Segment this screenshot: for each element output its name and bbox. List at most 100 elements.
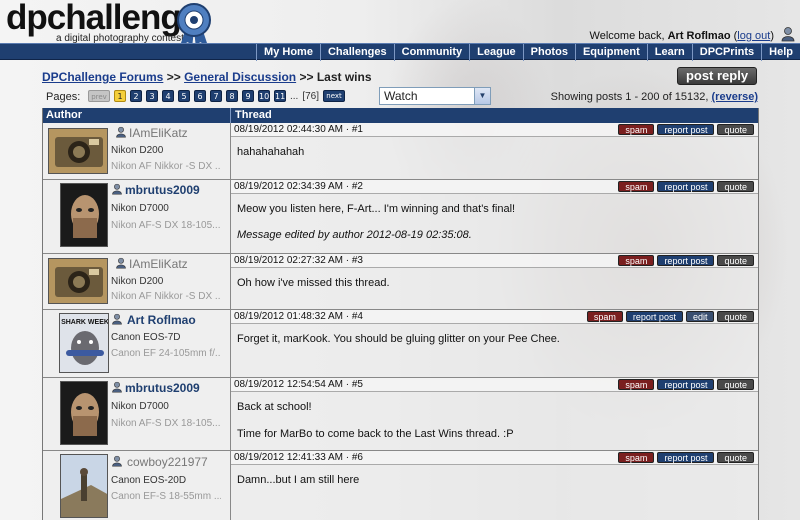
post-content-cell: 08/19/2012 02:27:32 AM · #3 spam report … — [231, 254, 758, 309]
avatar[interactable] — [48, 128, 108, 174]
breadcrumb-forums[interactable]: DPChallenge Forums — [42, 70, 163, 84]
table-header: Author Thread — [43, 108, 758, 123]
page-3[interactable]: 3 — [146, 90, 158, 102]
post-author-cell: cowboy221977 Canon EOS-20D Canon EF-S 18… — [43, 451, 231, 520]
quote-button[interactable]: quote — [717, 452, 754, 463]
page-9[interactable]: 9 — [242, 90, 254, 102]
page-5[interactable]: 5 — [178, 90, 190, 102]
nav-challenges[interactable]: Challenges — [319, 44, 394, 61]
page-7[interactable]: 7 — [210, 90, 222, 102]
post-content-cell: 08/19/2012 12:41:33 AM · #6 spam report … — [231, 451, 758, 520]
author-name[interactable]: mbrutus2009 — [125, 183, 200, 197]
page-4[interactable]: 4 — [162, 90, 174, 102]
next-page-button[interactable]: next — [323, 90, 346, 102]
author-name[interactable]: cowboy221977 — [127, 455, 208, 469]
nav-learn[interactable]: Learn — [646, 44, 692, 61]
avatar[interactable] — [60, 454, 108, 518]
quote-button[interactable]: quote — [717, 124, 754, 135]
post-text: Damn...but I am still here — [237, 474, 360, 486]
post-content-cell: 08/19/2012 02:34:39 AM · #2 spam report … — [231, 180, 758, 253]
report-post-button[interactable]: report post — [657, 181, 715, 192]
author-lens: Canon EF-S 18-55mm ... — [111, 491, 221, 502]
page-1[interactable]: 1 — [114, 90, 126, 102]
post-author-cell: SHARK WEEK Art Roflmao Canon EOS-7D Cano… — [43, 310, 231, 377]
nav-my-home[interactable]: My Home — [256, 44, 320, 61]
nav-help[interactable]: Help — [761, 44, 800, 61]
user-icon — [112, 183, 122, 195]
post-actions: spam report post quote — [618, 379, 754, 390]
author-lens: Canon EF 24-105mm f/... — [111, 348, 221, 359]
post-actions: spam report post quote — [618, 255, 754, 266]
report-post-button[interactable]: report post — [625, 311, 683, 322]
author-camera: Canon EOS-20D — [111, 475, 187, 486]
nav-league[interactable]: League — [469, 44, 523, 61]
user-icon — [116, 126, 126, 138]
nav-equipment[interactable]: Equipment — [574, 44, 647, 61]
post-text-paragraph-2: Time for MarBo to come back to the Last … — [237, 428, 514, 440]
quote-button[interactable]: quote — [717, 181, 754, 192]
logout-link[interactable]: log out — [737, 30, 770, 42]
report-post-button[interactable]: report post — [657, 124, 715, 135]
post-reply-button[interactable]: post reply — [677, 67, 757, 85]
breadcrumb-general[interactable]: General Discussion — [184, 70, 296, 84]
post-body: Damn...but I am still here — [231, 465, 758, 494]
breadcrumb-current: Last wins — [316, 70, 372, 84]
post-content-cell: 08/19/2012 12:54:54 AM · #5 spam report … — [231, 378, 758, 450]
report-post-button[interactable]: report post — [657, 452, 715, 463]
nav-photos[interactable]: Photos — [522, 44, 575, 61]
page-6[interactable]: 6 — [194, 90, 206, 102]
spam-button[interactable]: spam — [586, 311, 623, 322]
spam-button[interactable]: spam — [618, 255, 655, 266]
report-post-button[interactable]: report post — [657, 379, 715, 390]
avatar[interactable] — [60, 381, 108, 445]
avatar[interactable] — [60, 183, 108, 247]
post-text: Oh how i've missed this thread. — [237, 277, 390, 289]
page-2[interactable]: 2 — [130, 90, 142, 102]
author-camera: Nikon D7000 — [111, 203, 169, 214]
quote-button[interactable]: quote — [717, 311, 754, 322]
author-lens: Nikon AF-S DX 18-105... — [111, 220, 221, 231]
post-author-cell: mbrutus2009 Nikon D7000 Nikon AF-S DX 18… — [43, 180, 231, 253]
author-lens: Nikon AF-S DX 18-105... — [111, 418, 221, 429]
ribbon-award-icon — [177, 3, 211, 48]
avatar[interactable] — [48, 258, 108, 304]
page-10[interactable]: 10 — [258, 90, 270, 102]
author-name[interactable]: mbrutus2009 — [125, 381, 200, 395]
pagination: prev 1 2 3 4 5 6 7 8 9 10 11 ... [76] ne… — [88, 90, 346, 102]
breadcrumb-sep: >> — [166, 70, 181, 84]
post-body: Forget it, marKook. You should be gluing… — [231, 324, 758, 353]
page-11[interactable]: 11 — [274, 90, 286, 102]
nav-dpcprints[interactable]: DPCPrints — [691, 44, 761, 61]
nav-items: My Home Challenges Community League Phot… — [256, 44, 800, 61]
breadcrumb: DPChallenge Forums >> General Discussion… — [42, 70, 372, 84]
user-icon — [112, 313, 122, 325]
author-name[interactable]: IAmEliKatz — [129, 126, 188, 140]
chevron-down-icon[interactable]: ▼ — [474, 88, 490, 104]
author-name[interactable]: IAmEliKatz — [129, 257, 188, 271]
quote-button[interactable]: quote — [717, 255, 754, 266]
author-name[interactable]: Art Roflmao — [127, 313, 196, 327]
report-post-button[interactable]: report post — [657, 255, 715, 266]
avatar[interactable]: SHARK WEEK — [59, 313, 109, 373]
breadcrumb-sep: >> — [299, 70, 314, 84]
prev-page-button[interactable]: prev — [88, 90, 110, 102]
pagination-ellipsis: ... — [290, 90, 299, 102]
spam-button[interactable]: spam — [618, 181, 655, 192]
post-actions: spam report post quote — [618, 181, 754, 192]
post-row: IAmEliKatz Nikon D200 Nikon AF Nikkor -S… — [43, 123, 758, 180]
spam-button[interactable]: spam — [618, 379, 655, 390]
reverse-order-link[interactable]: (reverse) — [712, 91, 758, 103]
spam-button[interactable]: spam — [618, 452, 655, 463]
spam-button[interactable]: spam — [618, 124, 655, 135]
author-lens: Nikon AF Nikkor -S DX ... — [111, 291, 221, 302]
last-page-link[interactable]: [76] — [302, 91, 319, 102]
quote-button[interactable]: quote — [717, 379, 754, 390]
watch-dropdown[interactable]: Watch ▼ — [379, 87, 491, 105]
welcome-username: Art Roflmao — [667, 30, 731, 42]
avatar-shark-week-text: SHARK WEEK — [61, 319, 109, 326]
pages-label: Pages: — [46, 91, 81, 103]
post-row: SHARK WEEK Art Roflmao Canon EOS-7D Cano… — [43, 310, 758, 378]
edit-button[interactable]: edit — [685, 311, 715, 322]
page-8[interactable]: 8 — [226, 90, 238, 102]
nav-community[interactable]: Community — [393, 44, 470, 61]
